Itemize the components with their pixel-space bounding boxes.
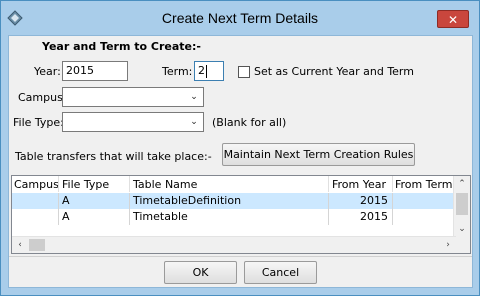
year-input[interactable]: 2015 <box>62 61 128 81</box>
column-header-file-type[interactable]: File Type <box>62 178 109 191</box>
cell-divider <box>328 209 329 225</box>
file-type-hint: (Blank for all) <box>212 116 287 129</box>
column-divider <box>58 176 59 192</box>
column-divider <box>328 176 329 192</box>
scrollbar-corner <box>454 237 470 253</box>
close-button[interactable]: ✕ <box>437 10 469 28</box>
cell-divider <box>129 193 130 209</box>
year-label: Year: <box>34 65 61 78</box>
cell-table-name: Timetable <box>133 210 188 223</box>
ok-button[interactable]: OK <box>164 261 237 284</box>
file-type-select[interactable]: ⌄ <box>62 112 204 132</box>
column-header-campus[interactable]: Campus <box>14 178 59 191</box>
chevron-down-icon: ⌄ <box>190 92 198 102</box>
column-divider <box>129 176 130 192</box>
cell-divider <box>392 193 393 209</box>
scroll-up-icon[interactable]: ⌃ <box>454 176 470 192</box>
horizontal-scrollbar[interactable]: ‹ › <box>12 236 456 253</box>
text-caret <box>206 64 207 78</box>
title-bar[interactable]: Create Next Term Details ✕ <box>1 1 479 35</box>
horizontal-scroll-thumb[interactable] <box>29 239 45 251</box>
cell-divider <box>58 193 59 209</box>
column-header-from-term[interactable]: From Term <box>395 178 452 191</box>
campus-select[interactable]: ⌄ <box>62 87 204 107</box>
scroll-down-icon[interactable]: ⌄ <box>454 221 470 237</box>
column-divider <box>392 176 393 192</box>
column-header-table-name[interactable]: Table Name <box>133 178 197 191</box>
cancel-button[interactable]: Cancel <box>244 261 317 284</box>
cell-divider <box>129 209 130 225</box>
chevron-down-icon: ⌄ <box>190 117 198 127</box>
section-heading: Year and Term to Create:- <box>42 40 201 53</box>
divider <box>9 256 472 257</box>
dialog-body: Year and Term to Create:- Year: 2015 Ter… <box>8 35 473 288</box>
cell-divider <box>392 209 393 225</box>
transfers-label: Table transfers that will take place:- <box>15 150 212 163</box>
vertical-scrollbar[interactable]: ⌃ ⌄ <box>453 176 470 237</box>
set-current-checkbox[interactable] <box>238 66 250 78</box>
vertical-scroll-thumb[interactable] <box>456 193 468 215</box>
term-value: 2 <box>198 64 205 77</box>
term-label: Term: <box>162 65 193 78</box>
maintain-rules-button[interactable]: Maintain Next Term Creation Rules <box>222 143 415 166</box>
column-header-from-year[interactable]: From Year <box>332 178 386 191</box>
cell-file-type: A <box>62 210 70 223</box>
cell-file-type: A <box>62 194 70 207</box>
table-row[interactable]: A Timetable 2015 <box>12 209 456 225</box>
set-current-label[interactable]: Set as Current Year and Term <box>254 65 414 78</box>
campus-label: Campus: <box>18 91 67 104</box>
window-title: Create Next Term Details <box>161 10 319 26</box>
cell-from-year: 2015 <box>360 194 388 207</box>
dialog-window: Create Next Term Details ✕ Year and Term… <box>0 0 480 296</box>
scroll-left-icon[interactable]: ‹ <box>12 237 28 253</box>
cell-divider <box>328 193 329 209</box>
term-input[interactable]: 2 <box>194 61 224 81</box>
file-type-label: File Type: <box>13 116 64 129</box>
table-row[interactable]: A TimetableDefinition 2015 <box>12 193 456 209</box>
cell-divider <box>58 209 59 225</box>
cell-table-name: TimetableDefinition <box>133 194 242 207</box>
table-header: Campus File Type Table Name From Year Fr… <box>12 176 456 194</box>
transfers-table[interactable]: Campus File Type Table Name From Year Fr… <box>11 175 471 254</box>
cell-from-year: 2015 <box>360 210 388 223</box>
